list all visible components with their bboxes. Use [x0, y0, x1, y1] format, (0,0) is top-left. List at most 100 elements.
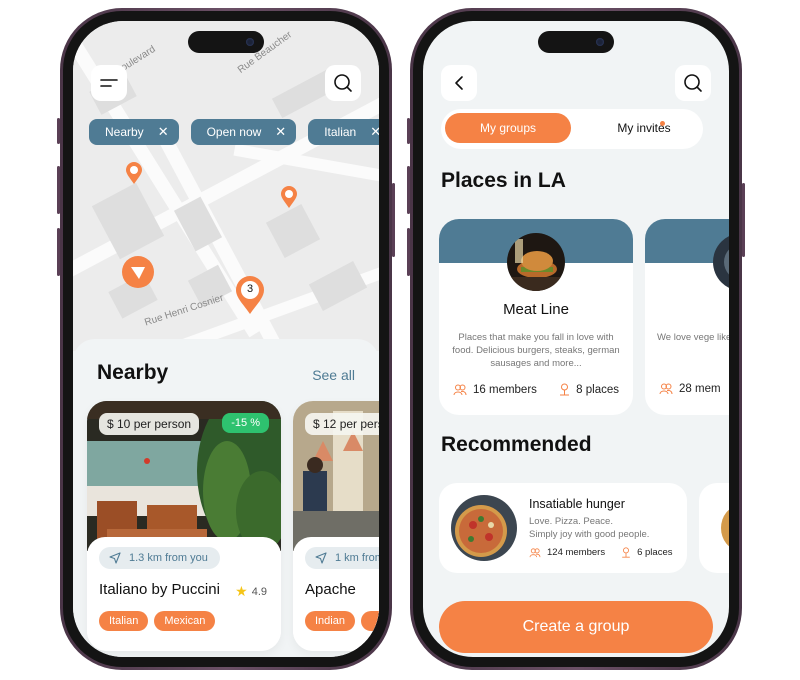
current-location-icon[interactable] — [121, 255, 155, 289]
dynamic-island — [188, 31, 264, 53]
search-icon — [684, 74, 702, 92]
recommended-description: Love. Pizza. Peace. Simply joy with good… — [529, 515, 649, 541]
places-count: 6 places — [637, 547, 673, 558]
group-tabs: My groups My invites — [441, 109, 703, 149]
action-button — [57, 118, 60, 144]
members-stat: 16 members — [453, 383, 537, 396]
cuisine-tag[interactable]: Mexican — [154, 611, 216, 631]
members-icon — [453, 384, 467, 395]
action-button — [407, 118, 410, 144]
members-stat: 124 members — [529, 547, 605, 558]
members-count: 124 members — [547, 547, 606, 558]
close-icon[interactable]: ✕ — [275, 124, 286, 140]
volume-up-button — [407, 166, 410, 214]
group-description: We love vege like to comm — [657, 332, 729, 343]
back-button[interactable] — [441, 65, 477, 101]
group-avatar — [507, 233, 565, 291]
phone-frame-left: Boulevard Rue Beaucher Rue Henri Cosnier — [57, 8, 395, 670]
rating-value: 4.9 — [251, 585, 267, 598]
close-icon[interactable]: ✕ — [158, 124, 169, 140]
tab-my-invites[interactable]: My invites — [581, 113, 707, 143]
recommended-name: Insatiable hunger — [529, 497, 625, 511]
volume-down-button — [57, 228, 60, 276]
distance-badge: 1 km from you — [305, 547, 379, 569]
filter-chip-open-now[interactable]: Open now ✕ — [190, 119, 297, 145]
cluster-pin-icon — [236, 276, 264, 314]
chip-label: Italian — [324, 125, 357, 139]
recommended-stats: 124 members 6 places — [529, 547, 672, 558]
discount-badge: -15 % — [222, 413, 269, 433]
search-button[interactable] — [325, 65, 361, 101]
description-line: Simply joy with good people. — [529, 529, 650, 540]
restaurant-info: 1 km from you Apache Indian — [293, 537, 379, 651]
filter-chip-nearby[interactable]: Nearby ✕ — [89, 119, 179, 145]
see-all-link[interactable]: See all — [312, 367, 355, 383]
distance-text: 1 km from you — [335, 552, 379, 564]
places-stat: 8 places — [559, 383, 619, 396]
recommended-image — [721, 509, 729, 547]
section-title: Recommended — [441, 433, 592, 456]
distance-badge: 1.3 km from you — [99, 547, 220, 569]
restaurant-card[interactable]: $ 10 per person -15 % 1.3 km from you It… — [87, 401, 281, 651]
restaurant-name: Apache — [305, 581, 356, 598]
rating: ★ 4.9 — [235, 583, 267, 600]
location-pin-icon[interactable] — [280, 185, 298, 209]
cuisine-tag[interactable]: Indian — [305, 611, 355, 631]
restaurant-name: Italiano by Puccini — [99, 581, 220, 598]
dynamic-island — [538, 31, 614, 53]
distance-text: 1.3 km from you — [129, 552, 208, 564]
location-pin-icon[interactable] — [125, 161, 143, 185]
group-description: Places that make you fall in love with f… — [452, 332, 620, 369]
volume-down-button — [407, 228, 410, 276]
notification-dot — [660, 121, 665, 126]
camera-icon — [246, 38, 254, 46]
description-line: Love. Pizza. Peace. — [529, 516, 613, 527]
members-count: 28 mem — [679, 383, 721, 395]
navigation-icon — [315, 552, 327, 564]
recommended-card[interactable]: Insatiable hunger Love. Pizza. Peace. Si… — [439, 483, 687, 573]
filter-chip-italian[interactable]: Italian ✕ — [308, 119, 379, 145]
cluster-pin[interactable]: 3 — [235, 275, 265, 315]
search-icon — [334, 74, 352, 92]
map-screen: Boulevard Rue Beaucher Rue Henri Cosnier — [73, 21, 379, 657]
places-count: 8 places — [576, 383, 619, 396]
back-icon — [455, 76, 463, 90]
volume-up-button — [57, 166, 60, 214]
price-badge: $ 12 per person — [305, 413, 379, 435]
restaurant-info: 1.3 km from you Italiano by Puccini ★ 4.… — [87, 537, 281, 651]
search-button[interactable] — [675, 65, 711, 101]
navigation-icon — [109, 552, 121, 564]
cuisine-tag[interactable] — [360, 611, 379, 631]
close-icon[interactable]: ✕ — [370, 124, 379, 140]
power-button — [392, 183, 395, 257]
places-stat: 6 places — [621, 547, 672, 558]
recommended-card[interactable] — [699, 483, 729, 573]
section-title: Places in LA — [441, 169, 566, 192]
phone-frame-right: My groups My invites Places in LA Meat L… — [407, 8, 745, 670]
menu-button[interactable] — [91, 65, 127, 101]
create-group-button[interactable]: Create a group — [439, 601, 713, 653]
recommended-image — [451, 495, 517, 561]
group-stats: 16 members 8 places — [453, 383, 619, 396]
cluster-count: 3 — [246, 283, 254, 295]
members-icon — [529, 547, 541, 557]
section-title: Nearby — [97, 361, 169, 384]
star-icon: ★ — [235, 583, 248, 599]
map-building — [265, 203, 321, 259]
group-stats: 28 mem — [659, 383, 729, 395]
group-card[interactable]: Meat Line Places that make you fall in l… — [439, 219, 633, 415]
cuisine-tag[interactable]: Italian — [99, 611, 149, 631]
place-pin-icon — [622, 547, 630, 558]
restaurant-card[interactable]: $ 12 per person 1 km from you Apache Ind… — [293, 401, 379, 651]
group-card[interactable]: Lo We love vege like to comm 28 mem — [645, 219, 729, 415]
cuisine-tags: Italian Mexican — [99, 611, 216, 631]
members-icon — [659, 383, 673, 395]
group-name: Lo — [645, 301, 729, 318]
chip-label: Nearby — [105, 125, 144, 139]
groups-screen: My groups My invites Places in LA Meat L… — [423, 21, 729, 657]
nearby-sheet: Nearby See all $ 10 per person -15 % 1.3… — [73, 339, 379, 657]
tab-my-groups[interactable]: My groups — [445, 113, 571, 143]
filter-chips: Nearby ✕ Open now ✕ Italian ✕ — [89, 119, 379, 145]
price-badge: $ 10 per person — [99, 413, 200, 435]
camera-icon — [596, 38, 604, 46]
